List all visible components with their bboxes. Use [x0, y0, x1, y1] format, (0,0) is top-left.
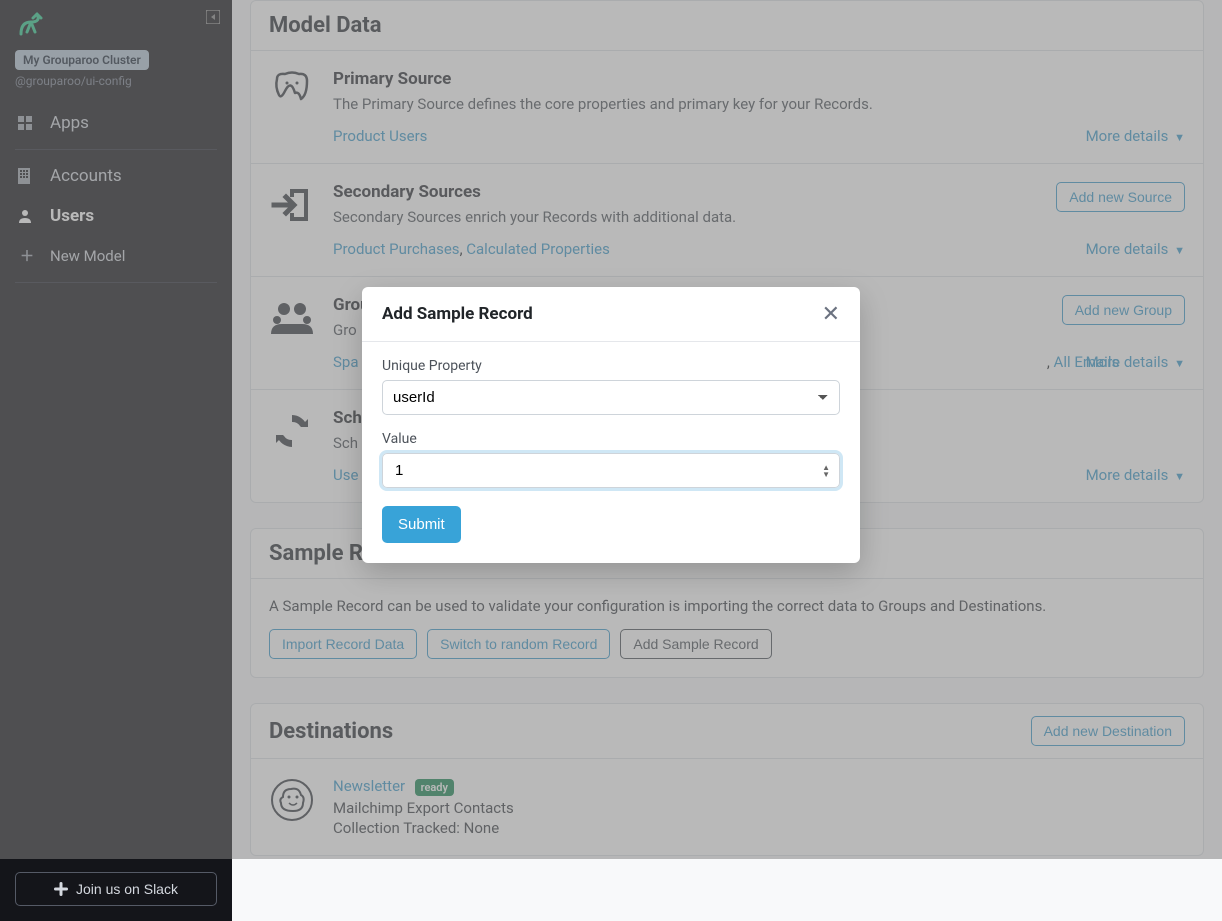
value-label: Value: [382, 431, 840, 447]
slack-button-label: Join us on Slack: [76, 881, 178, 897]
value-input[interactable]: [382, 453, 840, 488]
unique-property-label: Unique Property: [382, 358, 840, 374]
unique-property-select[interactable]: userId: [382, 380, 840, 415]
join-slack-button[interactable]: Join us on Slack: [15, 872, 217, 906]
submit-button[interactable]: Submit: [382, 506, 461, 543]
add-sample-record-modal: Add Sample Record ✕ Unique Property user…: [362, 287, 860, 563]
modal-title: Add Sample Record: [382, 304, 533, 324]
number-spinner[interactable]: ▲▼: [822, 464, 830, 478]
modal-overlay[interactable]: Add Sample Record ✕ Unique Property user…: [0, 0, 1222, 859]
close-icon[interactable]: ✕: [822, 303, 840, 325]
slack-icon: [54, 882, 68, 896]
